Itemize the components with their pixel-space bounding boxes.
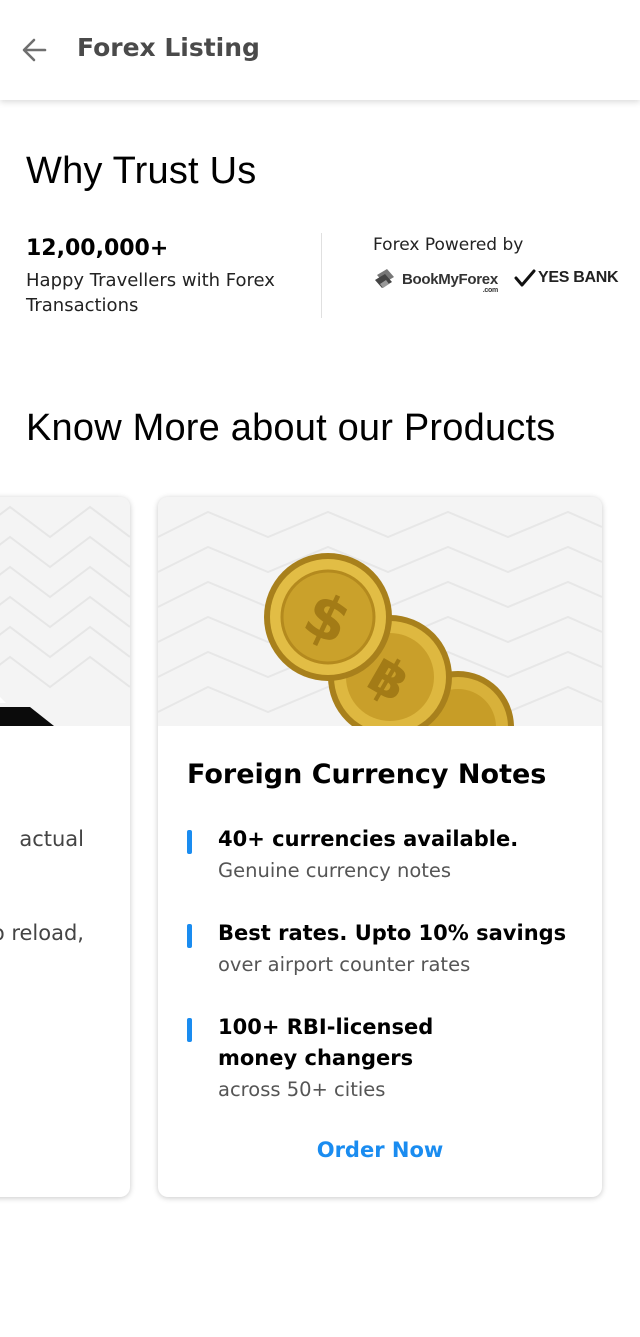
card-banner: ฿ $: [158, 497, 602, 726]
feature-marker: [187, 830, 192, 854]
page-title: Forex Listing: [77, 33, 260, 62]
travellers-count: 12,00,000+: [26, 236, 169, 261]
travellers-caption: Happy Travellers with Forex Transactions: [26, 270, 275, 316]
card-text: o reload,: [0, 921, 84, 945]
top-app-bar: Forex Listing: [0, 0, 640, 100]
feature-marker: [187, 1018, 192, 1042]
bookmyforex-mark-icon: [375, 269, 394, 288]
card-text: actual: [19, 827, 84, 851]
yes-bank-name: YES BANK: [538, 269, 619, 286]
trust-section-title: Why Trust Us: [26, 150, 257, 192]
arrow-left-icon: [22, 38, 47, 62]
feature-heading: 40+ currencies available.: [218, 827, 519, 851]
bookmyforex-name: BookMyForex: [402, 270, 498, 288]
bookmyforex-suffix: .com: [482, 286, 498, 294]
feature-heading: Best rates. Upto 10% savings: [218, 921, 567, 945]
card-banner: [0, 497, 130, 726]
feature-heading: 100+ RBI-licensed money changers: [218, 1015, 434, 1070]
back-button[interactable]: [14, 30, 54, 70]
card-title: Foreign Currency Notes: [187, 759, 547, 790]
powered-by-label: Forex Powered by: [373, 235, 524, 255]
order-now-button[interactable]: Order Now: [158, 1138, 602, 1162]
feature-subtext: across 50+ cities: [218, 1078, 386, 1101]
feature-subtext: over airport counter rates: [218, 953, 471, 976]
feature-item: Best rates. Upto 10% savings over airpor…: [187, 918, 577, 980]
vertical-divider: [321, 233, 322, 318]
product-card-foreign-currency-notes[interactable]: ฿ $ Foreign Currency Notes 40+ currencie…: [158, 497, 602, 1197]
bookmyforex-logo: BookMyForex .com: [372, 266, 498, 294]
gold-coins-illustration: ฿ $: [158, 510, 602, 726]
feature-item: 100+ RBI-licensed money changers across …: [187, 1012, 577, 1105]
yes-bank-logo: YES BANK: [514, 268, 619, 288]
feature-subtext: Genuine currency notes: [218, 859, 452, 882]
checkmark-icon: [514, 269, 536, 287]
products-section-title: Know More about our Products: [26, 407, 556, 449]
feature-item: 40+ currencies available. Genuine curren…: [187, 824, 577, 886]
product-card-previous[interactable]: actual o reload,: [0, 497, 130, 1197]
feature-marker: [187, 924, 192, 948]
